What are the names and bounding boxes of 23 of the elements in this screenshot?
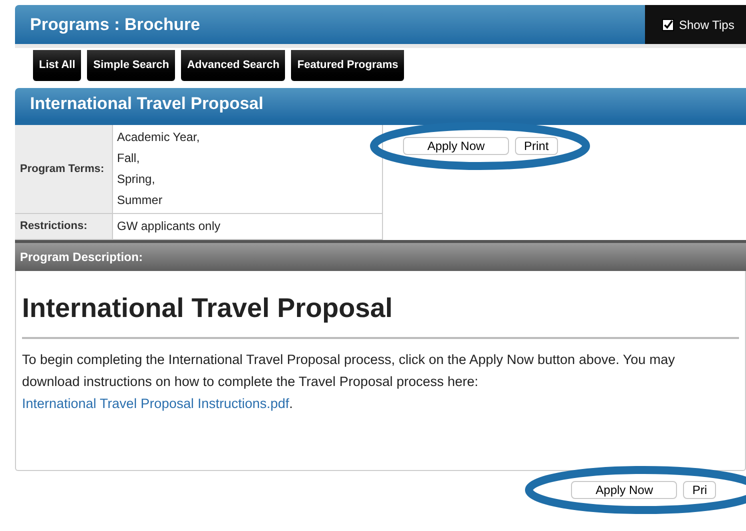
print-button[interactable]: Pri (683, 481, 716, 499)
nav-button[interactable]: Featured Programs (291, 50, 404, 81)
print-button[interactable]: Print (515, 137, 558, 155)
instructions-link[interactable]: International Travel Proposal Instructions.pdf (22, 396, 290, 411)
detail-value: Academic Year, (117, 129, 200, 146)
apply-now-button[interactable]: Apply Now (571, 481, 678, 499)
description-header-label: Program Description: (19, 249, 143, 266)
description-heading: International Travel Proposal (22, 292, 394, 325)
detail-label-cell: Restrictions: (15, 214, 113, 239)
detail-value: Spring, (117, 171, 156, 188)
nav-button[interactable]: Simple Search (87, 50, 176, 81)
nav-button[interactable]: Advanced Search (181, 50, 286, 81)
checkbox[interactable] (662, 18, 674, 30)
nav-button[interactable]: List All (33, 50, 82, 81)
detail-value: Fall, (117, 150, 141, 167)
description-paragraph: To begin completing the International Travel Proposal process, click on the Apply Now button above. You may download instructions on how to complete the Travel Proposal process here: International Travel Proposal Instructions.pdf. (22, 351, 676, 413)
show-tips-label: Show Tips (679, 16, 734, 34)
detail-value: Summer (117, 192, 164, 209)
section-title: International Travel Proposal (29, 93, 264, 116)
detail-value: GW applicants only (117, 218, 220, 235)
detail-label-cell: Program Terms: (15, 125, 113, 213)
apply-now-button[interactable]: Apply Now (403, 137, 509, 155)
page-title: Programs : Brochure (29, 14, 202, 36)
